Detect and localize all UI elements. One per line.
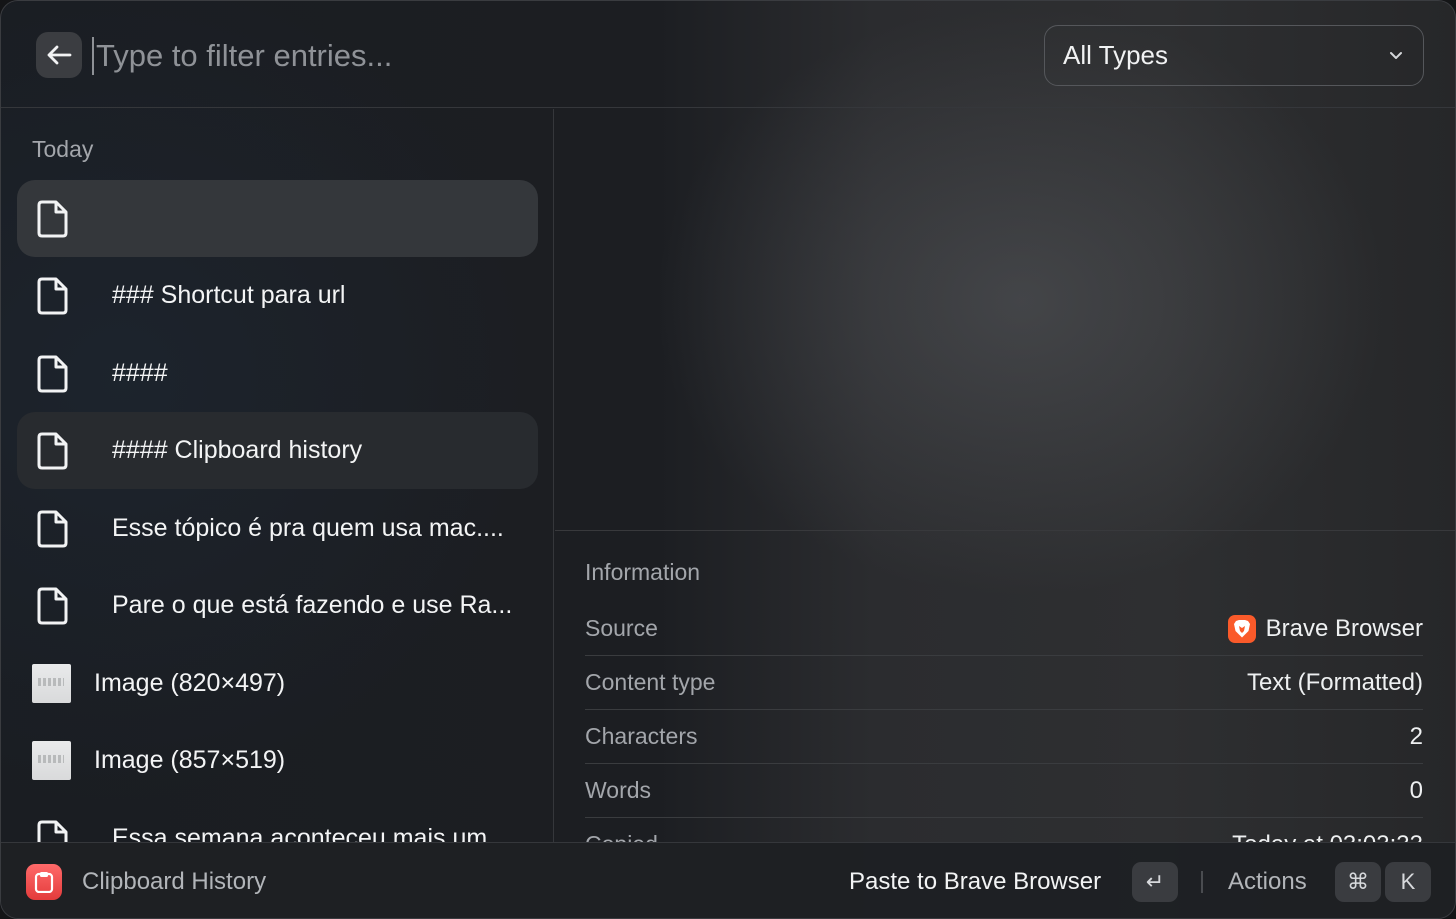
file-icon [35,586,71,626]
enter-key-icon[interactable]: ↵ [1132,862,1178,902]
paste-to-browser-button[interactable]: Paste to Brave Browser [849,868,1101,896]
list-item-label: ### Shortcut para url [112,281,346,309]
info-key: Content type [585,669,716,695]
file-icon [35,431,71,471]
info-key: Characters [585,723,698,749]
info-value-wrapper: Brave Browser [1227,614,1423,643]
text-caret [92,37,94,75]
list-item[interactable]: Esse tópico é pra quem usa mac.... [17,490,538,567]
info-value: Text (Formatted) [1246,668,1423,696]
list-item[interactable]: ### Shortcut para url [17,257,538,334]
list-item-label: Essa semana aconteceu mais um [112,824,488,842]
actions-button[interactable]: Actions [1228,868,1307,896]
info-row-characters: Characters 2 [585,710,1423,764]
info-value: Today at 03:03:33 [1232,831,1423,843]
chevron-down-icon [1390,51,1402,59]
list-item-label: #### [112,359,168,387]
list-item[interactable] [17,180,538,257]
info-row-content-type: Content type Text (Formatted) [585,656,1423,710]
file-icon [35,509,71,549]
list-item-label: Image (820×497) [94,669,286,697]
image-thumbnail [32,741,71,780]
file-icon [35,276,71,316]
info-row-source: Source Brave Browser [585,602,1423,656]
file-icon [35,354,71,394]
list-item[interactable]: Pare o que está fazendo e use Ra... [17,567,538,644]
info-row-words: Words 0 [585,764,1423,818]
info-value: 2 [1409,722,1423,750]
list-item-label: Esse tópico é pra quem usa mac.... [112,514,504,542]
info-key: Copied [585,831,658,842]
list-item-label: #### Clipboard history [112,436,363,464]
list-item-label: Pare o que está fazendo e use Ra... [112,591,513,619]
type-filter-value: All Types [1063,40,1169,70]
list-item[interactable]: Essa semana aconteceu mais um [17,800,538,842]
arrow-left-icon [47,45,72,65]
clipboard-history-window: All Types Today ### Shortcut para url ##… [0,0,1456,919]
info-value: Brave Browser [1265,614,1423,642]
information-panel: Information Source Brave Browser Content… [585,532,1423,842]
clipboard-entry-list[interactable]: Today ### Shortcut para url #### #### Cl… [1,109,554,842]
back-button[interactable] [36,32,82,78]
file-icon [35,819,71,842]
brave-browser-icon [1227,614,1256,643]
list-item[interactable]: Image (857×519) [17,722,538,799]
search-bar: All Types [1,1,1455,108]
info-key: Source [585,615,658,641]
k-key-icon[interactable]: K [1385,862,1431,902]
command-key-icon[interactable]: ⌘ [1335,862,1381,902]
footer-divider [1201,871,1203,893]
info-key: Words [585,777,652,803]
list-item[interactable]: #### Clipboard history [17,412,538,489]
action-bar: Clipboard History Paste to Brave Browser… [1,842,1455,918]
clipboard-icon [26,864,62,900]
info-row-copied: Copied Today at 03:03:33 [585,818,1423,843]
list-item[interactable]: Image (820×497) [17,645,538,722]
list-item-label: Image (857×519) [94,746,286,774]
entry-preview [555,109,1455,531]
type-filter-dropdown[interactable]: All Types [1044,25,1424,86]
information-title: Information [585,559,701,585]
app-name: Clipboard History [82,868,267,895]
search-input[interactable] [96,31,996,81]
section-title-today: Today [32,136,94,162]
info-value: 0 [1409,776,1423,804]
file-icon [35,199,71,239]
list-item[interactable]: #### [17,335,538,412]
image-thumbnail [32,664,71,703]
